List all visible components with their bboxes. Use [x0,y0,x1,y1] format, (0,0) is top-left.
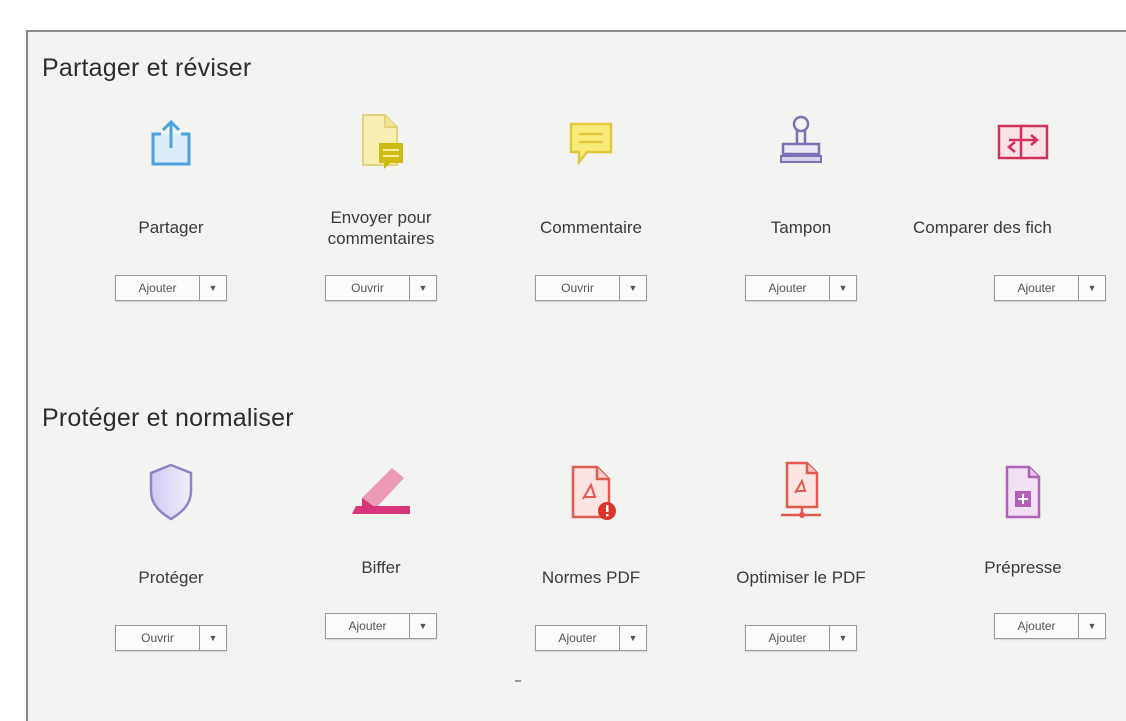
tool-prepress[interactable]: Prépresse Ajouter ▼ [918,457,1126,677]
share-icon[interactable] [121,107,221,177]
prepress-icon[interactable] [973,457,1073,527]
open-send-for-comments-button[interactable]: Ouvrir ▼ [325,275,437,301]
redact-marker-icon[interactable] [331,457,431,527]
add-pdf-standards-button[interactable]: Ajouter ▼ [535,625,647,651]
tool-optimize-pdf[interactable]: Optimiser le PDF Ajouter ▼ [696,457,906,677]
button-label[interactable]: Ajouter [536,626,620,650]
tool-compare-files[interactable]: Comparer des fich Ajouter ▼ [913,107,1126,327]
tool-label-stamp: Tampon [770,218,832,237]
protect-shield-icon[interactable] [121,457,221,527]
tools-panel: Partager et réviser Partager Ajouter ▼ E… [26,30,1126,721]
chevron-down-icon[interactable]: ▼ [830,276,856,300]
chevron-down-icon[interactable]: ▼ [1079,614,1105,638]
chevron-down-icon[interactable]: ▼ [1079,276,1105,300]
tool-redact[interactable]: Biffer Ajouter ▼ [276,457,486,677]
add-prepress-button[interactable]: Ajouter ▼ [994,613,1106,639]
tool-share[interactable]: Partager Ajouter ▼ [66,107,276,327]
button-label[interactable]: Ajouter [326,614,410,638]
section-title-protect-standardize: Protéger et normaliser [42,404,294,432]
tool-label-prepress: Prépresse [984,558,1062,577]
add-share-button[interactable]: Ajouter ▼ [115,275,227,301]
pdf-standards-icon[interactable] [541,457,641,527]
chevron-down-icon[interactable]: ▼ [200,276,226,300]
tool-comment[interactable]: Commentaire Ouvrir ▼ [486,107,696,327]
chevron-down-icon[interactable]: ▼ [410,614,436,638]
button-label[interactable]: Ouvrir [536,276,620,300]
compare-files-icon[interactable] [973,107,1073,177]
add-stamp-button[interactable]: Ajouter ▼ [745,275,857,301]
open-protect-button[interactable]: Ouvrir ▼ [115,625,227,651]
tool-stamp[interactable]: Tampon Ajouter ▼ [696,107,906,327]
tool-label-compare-files: Comparer des fich [913,218,1052,237]
button-label[interactable]: Ajouter [746,626,830,650]
comment-icon[interactable] [541,107,641,177]
optimize-pdf-icon[interactable] [751,457,851,527]
button-label[interactable]: Ajouter [746,276,830,300]
button-label[interactable]: Ajouter [995,276,1079,300]
chevron-down-icon[interactable]: ▼ [200,626,226,650]
scroll-indicator [515,680,521,682]
open-comment-button[interactable]: Ouvrir ▼ [535,275,647,301]
add-redact-button[interactable]: Ajouter ▼ [325,613,437,639]
add-compare-files-button[interactable]: Ajouter ▼ [994,275,1106,301]
tool-pdf-standards[interactable]: Normes PDF Ajouter ▼ [486,457,696,677]
tool-protect[interactable]: Protéger Ouvrir ▼ [66,457,276,677]
button-label[interactable]: Ouvrir [116,626,200,650]
chevron-down-icon[interactable]: ▼ [620,276,646,300]
send-for-comments-icon[interactable] [331,107,431,177]
section-title-share-review: Partager et réviser [42,54,252,82]
button-label[interactable]: Ajouter [116,276,200,300]
button-label[interactable]: Ajouter [995,614,1079,638]
tool-send-for-comments[interactable]: Envoyer pour commentaires Ouvrir ▼ [276,107,486,327]
add-optimize-pdf-button[interactable]: Ajouter ▼ [745,625,857,651]
chevron-down-icon[interactable]: ▼ [410,276,436,300]
chevron-down-icon[interactable]: ▼ [830,626,856,650]
chevron-down-icon[interactable]: ▼ [620,626,646,650]
tool-label-optimize-pdf: Optimiser le PDF [736,568,866,587]
stamp-icon[interactable] [751,107,851,177]
button-label[interactable]: Ouvrir [326,276,410,300]
